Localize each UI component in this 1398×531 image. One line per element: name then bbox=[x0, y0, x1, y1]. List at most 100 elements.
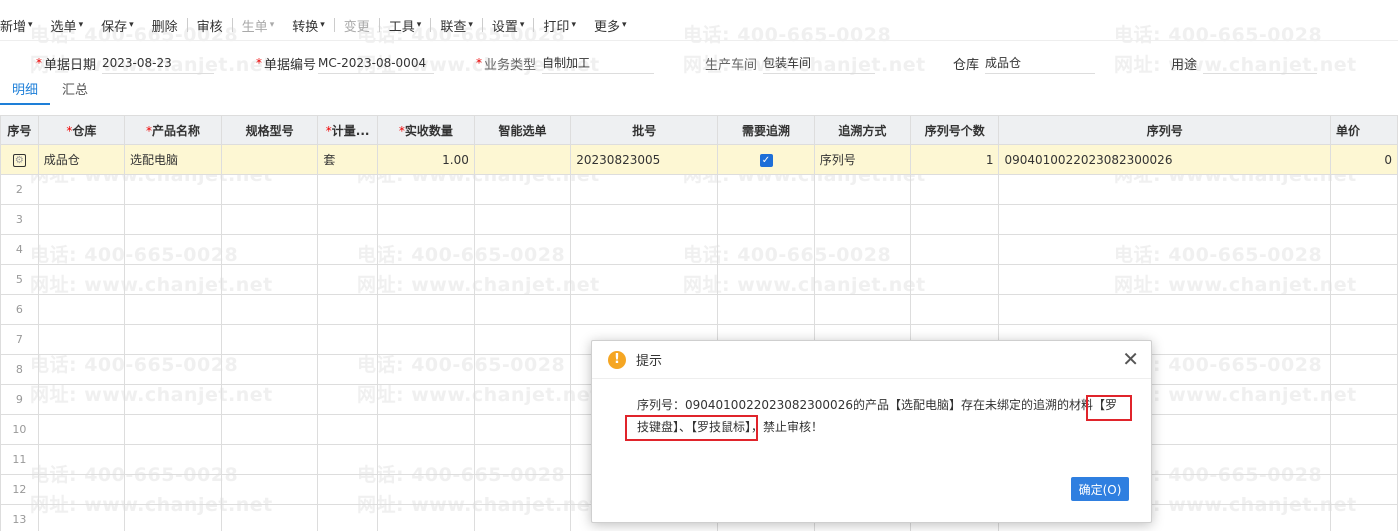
table-cell[interactable] bbox=[813, 234, 912, 265]
table-cell[interactable] bbox=[220, 354, 319, 385]
table-cell[interactable] bbox=[37, 264, 125, 295]
table-cell[interactable] bbox=[376, 384, 475, 415]
table-row[interactable]: 6 bbox=[0, 294, 1398, 325]
table-cell[interactable] bbox=[717, 264, 815, 295]
table-cell[interactable] bbox=[1329, 174, 1398, 205]
col-spec[interactable]: 规格型号 bbox=[220, 115, 319, 145]
table-row[interactable]: 2 bbox=[0, 174, 1398, 205]
table-cell[interactable] bbox=[473, 444, 572, 475]
table-cell[interactable] bbox=[220, 384, 319, 415]
table-cell[interactable] bbox=[1329, 294, 1398, 325]
table-cell[interactable] bbox=[717, 234, 815, 265]
cell-price[interactable]: 0 bbox=[1329, 144, 1398, 175]
date-input[interactable]: 2023-08-23 bbox=[102, 52, 215, 74]
table-row[interactable]: ⚙ 成品仓 选配电脑 套 1.00 20230823005 ✓ 序列号 1 09… bbox=[0, 144, 1398, 175]
table-row[interactable]: 3 bbox=[0, 204, 1398, 235]
table-cell[interactable] bbox=[910, 204, 1000, 235]
purpose-input[interactable] bbox=[1203, 52, 1318, 74]
table-cell[interactable] bbox=[570, 234, 719, 265]
table-cell[interactable] bbox=[123, 504, 222, 531]
warehouse-input[interactable]: 成品仓 bbox=[985, 52, 1096, 74]
col-unit[interactable]: *计量... bbox=[317, 115, 378, 145]
code-input[interactable]: MC-2023-08-0004 bbox=[318, 52, 435, 74]
table-row[interactable]: 5 bbox=[0, 264, 1398, 295]
table-cell[interactable] bbox=[998, 174, 1331, 205]
table-cell[interactable] bbox=[220, 204, 319, 235]
table-cell[interactable] bbox=[473, 504, 572, 531]
col-product[interactable]: *产品名称 bbox=[123, 115, 222, 145]
table-cell[interactable] bbox=[376, 264, 475, 295]
select-order-button[interactable]: 选单 ▾ bbox=[42, 8, 93, 42]
table-cell[interactable] bbox=[1329, 414, 1398, 445]
table-cell[interactable] bbox=[473, 264, 572, 295]
table-cell[interactable] bbox=[473, 324, 572, 355]
biz-type-select[interactable]: 自制加工 bbox=[542, 52, 655, 74]
cell-batch[interactable]: 20230823005 bbox=[570, 144, 719, 175]
table-cell[interactable] bbox=[123, 234, 222, 265]
table-cell[interactable] bbox=[37, 444, 125, 475]
cell-trace[interactable]: ✓ bbox=[717, 144, 815, 175]
table-cell[interactable] bbox=[998, 264, 1331, 295]
table-cell[interactable] bbox=[220, 324, 319, 355]
col-smart[interactable]: 智能选单 bbox=[473, 115, 572, 145]
more-button[interactable]: 更多 ▾ bbox=[585, 8, 636, 42]
table-cell[interactable] bbox=[1329, 384, 1398, 415]
table-cell[interactable] bbox=[1329, 264, 1398, 295]
table-cell[interactable] bbox=[376, 294, 475, 325]
table-cell[interactable] bbox=[376, 324, 475, 355]
table-cell[interactable] bbox=[376, 204, 475, 235]
table-cell[interactable] bbox=[570, 174, 719, 205]
table-cell[interactable] bbox=[317, 504, 378, 531]
table-cell[interactable] bbox=[998, 204, 1331, 235]
change-button[interactable]: 变更 bbox=[335, 8, 379, 42]
table-cell[interactable] bbox=[220, 474, 319, 505]
table-cell[interactable] bbox=[717, 204, 815, 235]
table-cell[interactable] bbox=[376, 234, 475, 265]
settings-button[interactable]: 设置 ▾ bbox=[483, 8, 534, 42]
col-sn-count[interactable]: 序列号个数 bbox=[910, 115, 1000, 145]
table-cell[interactable] bbox=[37, 474, 125, 505]
table-cell[interactable] bbox=[123, 264, 222, 295]
cell-spec[interactable] bbox=[220, 144, 319, 175]
tab-summary[interactable]: 汇总 bbox=[50, 81, 100, 105]
table-cell[interactable] bbox=[473, 234, 572, 265]
table-cell[interactable] bbox=[317, 474, 378, 505]
close-icon[interactable]: ✕ bbox=[1122, 349, 1139, 369]
table-cell[interactable] bbox=[376, 504, 475, 531]
table-cell[interactable] bbox=[317, 324, 378, 355]
table-cell[interactable] bbox=[376, 354, 475, 385]
table-cell[interactable] bbox=[123, 294, 222, 325]
table-cell[interactable] bbox=[998, 294, 1331, 325]
table-cell[interactable] bbox=[317, 174, 378, 205]
table-cell[interactable] bbox=[998, 234, 1331, 265]
table-cell[interactable] bbox=[37, 174, 125, 205]
table-cell[interactable] bbox=[220, 174, 319, 205]
table-cell[interactable] bbox=[37, 504, 125, 531]
table-cell[interactable] bbox=[37, 354, 125, 385]
gear-icon[interactable]: ⚙ bbox=[12, 153, 26, 167]
table-cell[interactable] bbox=[473, 384, 572, 415]
table-cell[interactable] bbox=[317, 414, 378, 445]
table-cell[interactable] bbox=[37, 384, 125, 415]
table-cell[interactable] bbox=[317, 294, 378, 325]
table-cell[interactable] bbox=[317, 384, 378, 415]
table-cell[interactable] bbox=[910, 264, 1000, 295]
table-cell[interactable] bbox=[123, 354, 222, 385]
table-cell[interactable] bbox=[910, 294, 1000, 325]
cell-warehouse[interactable]: 成品仓 bbox=[37, 144, 125, 175]
cell-qty[interactable]: 1.00 bbox=[376, 144, 475, 175]
table-cell[interactable] bbox=[317, 204, 378, 235]
table-cell[interactable] bbox=[123, 444, 222, 475]
table-cell[interactable] bbox=[910, 174, 1000, 205]
table-cell[interactable] bbox=[473, 174, 572, 205]
delete-button[interactable]: 删除 bbox=[143, 8, 187, 42]
table-cell[interactable] bbox=[37, 204, 125, 235]
table-cell[interactable] bbox=[376, 174, 475, 205]
table-cell[interactable] bbox=[473, 294, 572, 325]
table-cell[interactable] bbox=[317, 264, 378, 295]
table-cell[interactable] bbox=[123, 174, 222, 205]
table-cell[interactable] bbox=[473, 474, 572, 505]
new-button[interactable]: 新增 ▾ bbox=[0, 8, 42, 42]
table-cell[interactable] bbox=[1329, 234, 1398, 265]
convert-button[interactable]: 转换 ▾ bbox=[283, 8, 334, 42]
